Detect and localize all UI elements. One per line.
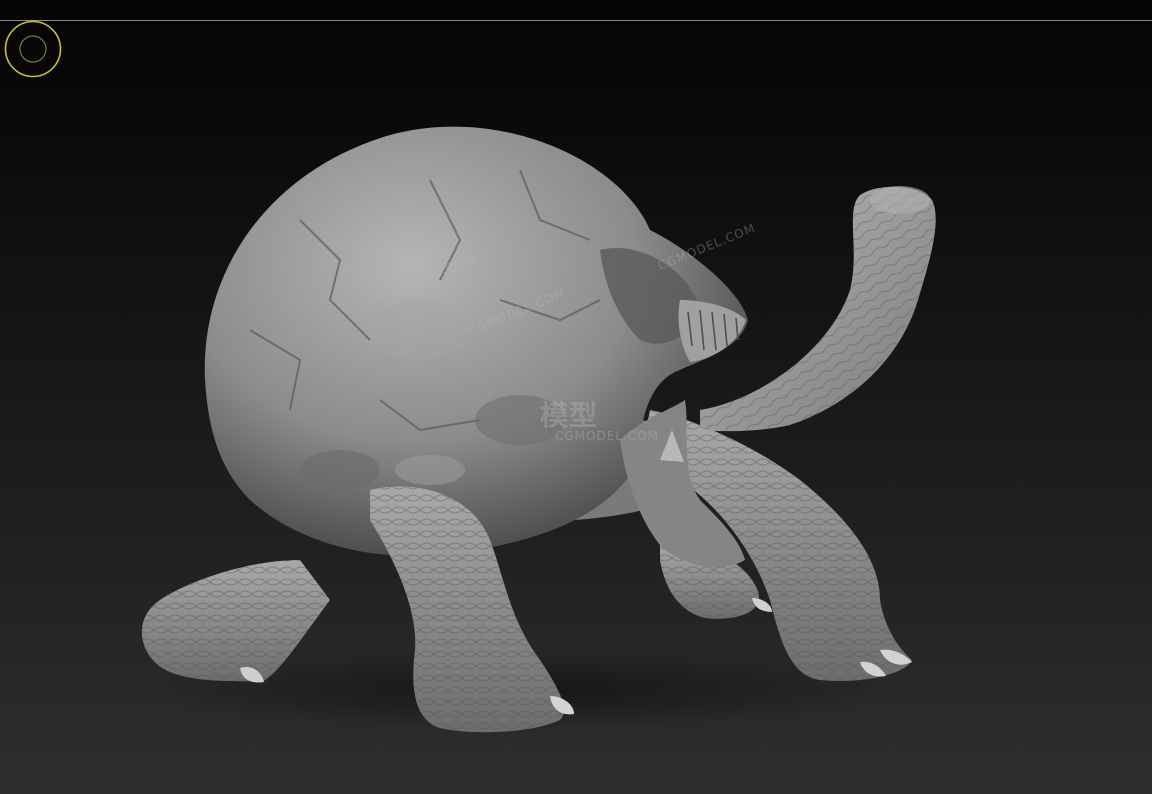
watermark-site-3: CGMODEL.COM (555, 429, 659, 443)
3d-viewport[interactable]: 模型 CGMODEL.COM CGMODEL.COM CGMODEL.COM C… (0, 0, 1152, 794)
sculpt-model[interactable]: 模型 CGMODEL.COM CGMODEL.COM CGMODEL.COM C… (0, 0, 1152, 794)
watermark-logo: 模型 (540, 399, 598, 432)
